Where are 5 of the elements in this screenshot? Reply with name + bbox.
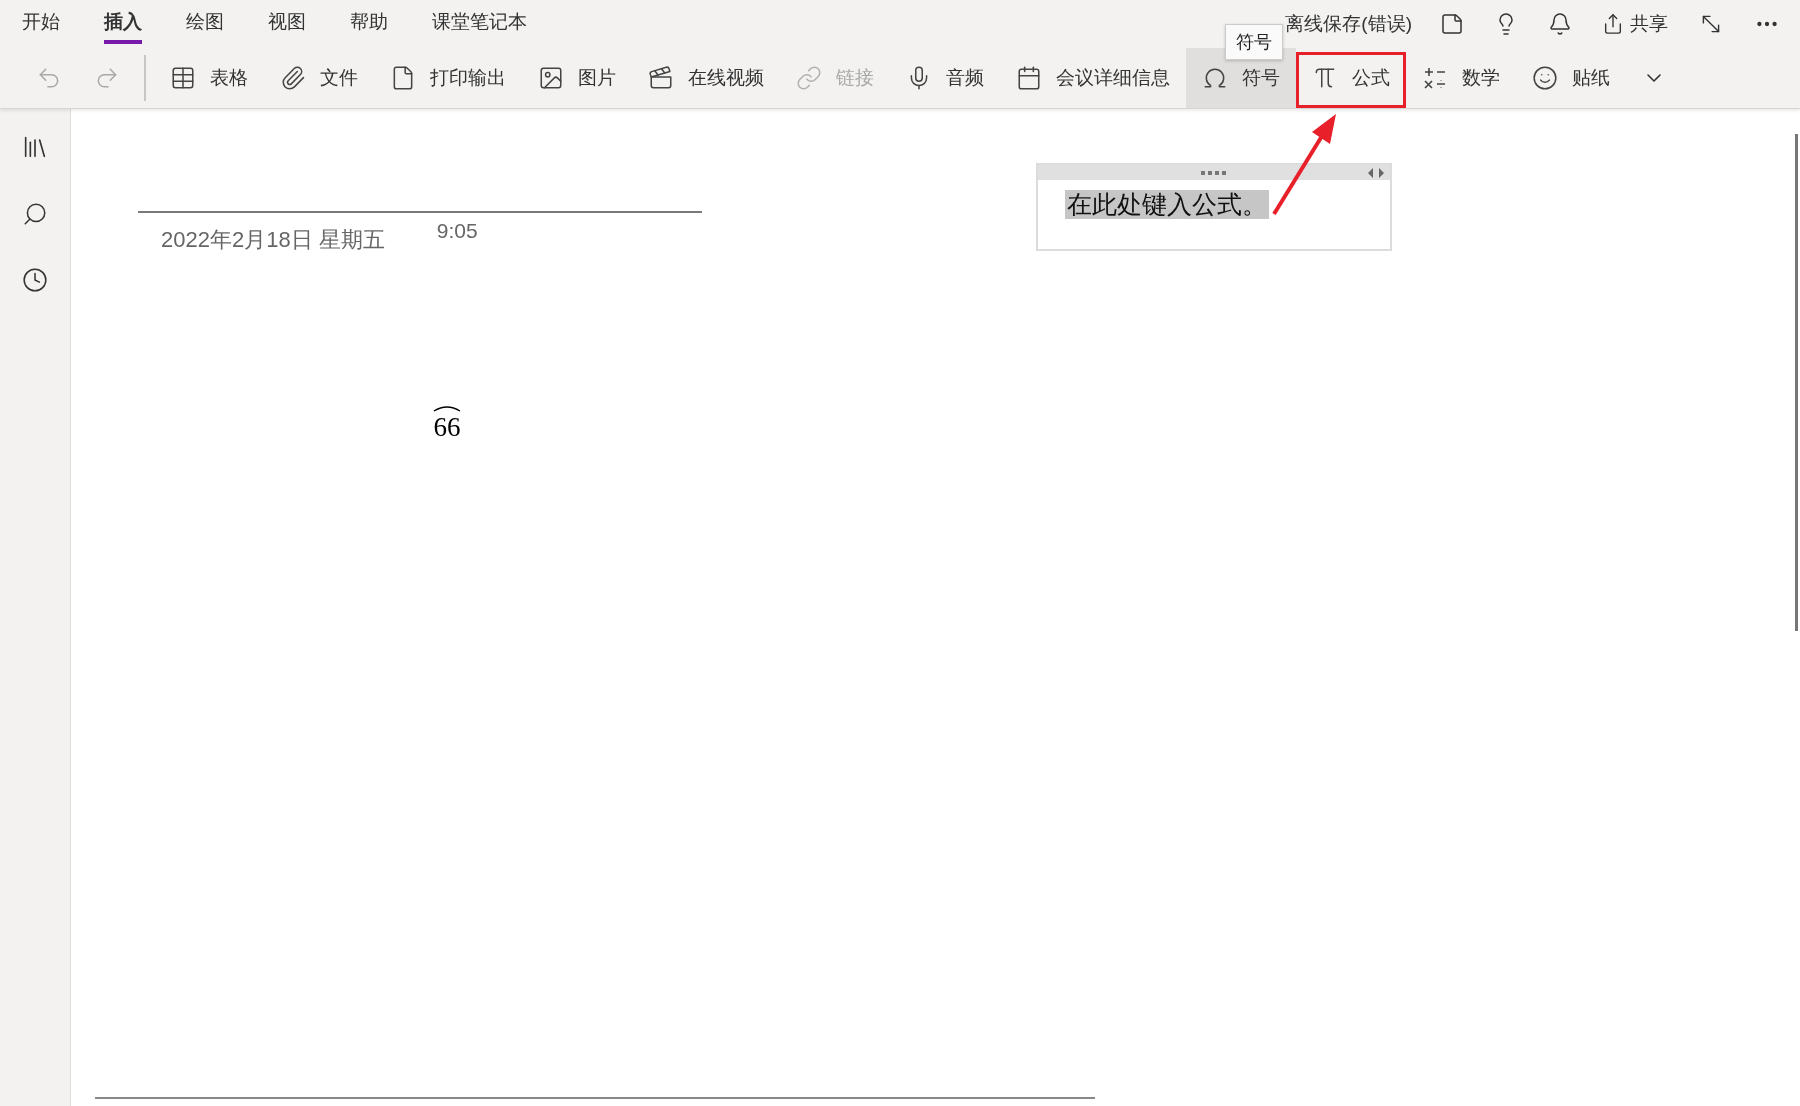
sync-status: 离线保存(错误) xyxy=(1285,12,1412,36)
page-time: 9:05 xyxy=(436,219,478,244)
page-date: 2022年2月18日 星期五 xyxy=(161,226,385,254)
equation-text: 66 xyxy=(433,412,461,443)
tooltip: 符号 xyxy=(1225,24,1283,60)
